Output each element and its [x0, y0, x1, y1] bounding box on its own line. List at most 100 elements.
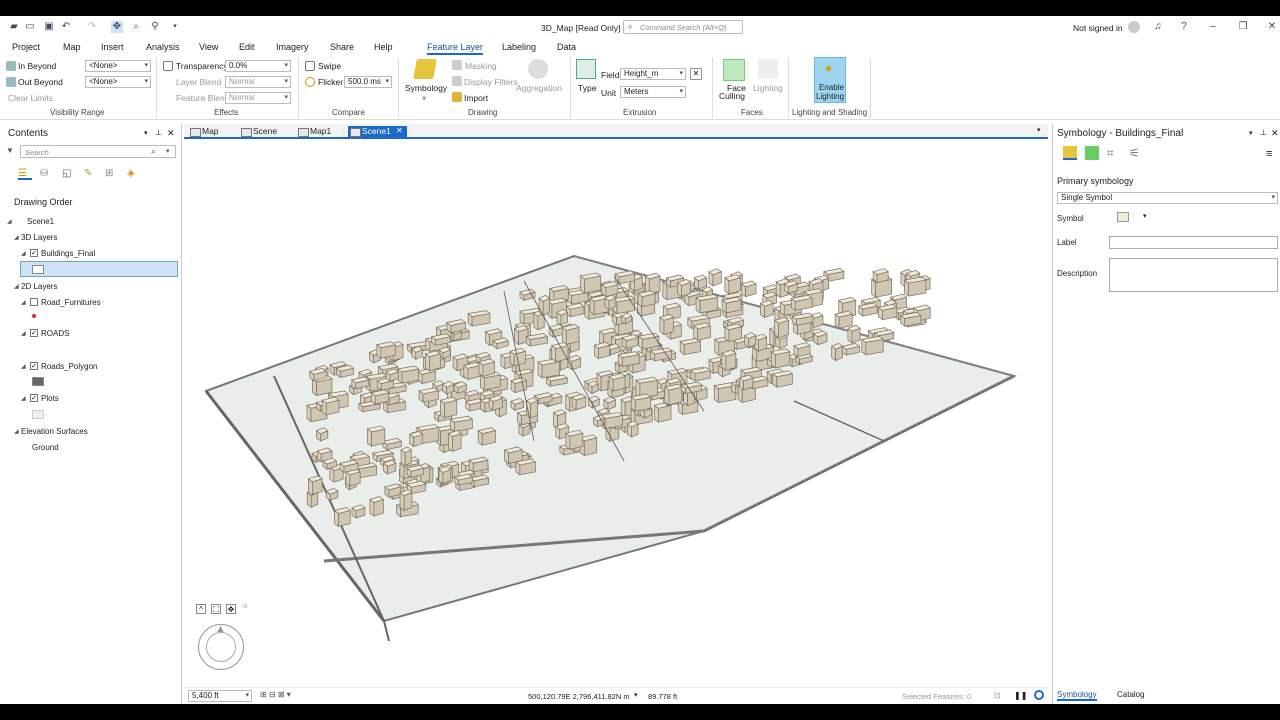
list-by-editing-icon[interactable]: ✎: [84, 168, 92, 179]
explore-tool-icon[interactable]: ✥: [111, 21, 123, 33]
tab-view[interactable]: View: [199, 42, 218, 52]
checkbox-roads-polygon[interactable]: ✓: [30, 362, 38, 370]
field-expression-icon[interactable]: ✕: [690, 68, 702, 80]
avatar[interactable]: [1128, 21, 1140, 33]
pan-icon[interactable]: ✥: [226, 604, 236, 614]
checkbox-roads[interactable]: ✓: [30, 329, 38, 337]
masking-button[interactable]: Masking: [465, 61, 497, 71]
close-tab-icon[interactable]: ✕: [396, 126, 403, 135]
feature-blend-dropdown[interactable]: Normal: [225, 92, 291, 104]
tab-share[interactable]: Share: [330, 42, 354, 52]
tab-insert[interactable]: Insert: [101, 42, 124, 52]
list-by-snapping-icon[interactable]: ⊞: [105, 168, 113, 179]
symbol-swatch-roads-polygon[interactable]: [32, 377, 44, 386]
symbol-swatch[interactable]: [1117, 212, 1129, 222]
contents-search-input[interactable]: Search ⌕ ▾: [20, 145, 176, 158]
tab-list-icon[interactable]: ▾: [1037, 126, 1041, 134]
layer-roads-polygon[interactable]: Roads_Polygon: [41, 362, 97, 371]
nav-options-icon[interactable]: ⁘: [242, 602, 249, 611]
pin-icon[interactable]: ⊥: [1260, 128, 1267, 137]
pin-icon[interactable]: ⊥: [155, 128, 162, 137]
primary-symbology-dropdown[interactable]: Single Symbol: [1057, 192, 1278, 204]
nav-expand-icon[interactable]: ^: [196, 604, 206, 614]
3d-city-scene[interactable]: [184, 141, 1048, 687]
tab-labeling[interactable]: Labeling: [502, 42, 536, 52]
full-extent-icon[interactable]: ⛶: [211, 604, 221, 614]
point-symbol-swatch[interactable]: [32, 314, 36, 318]
out-beyond-dropdown[interactable]: <None>: [85, 76, 151, 88]
close-pane-icon[interactable]: ✕: [167, 128, 175, 139]
lighting-button[interactable]: Lighting: [753, 83, 783, 93]
pane-options-icon[interactable]: ▾: [1249, 129, 1253, 137]
sign-in-status[interactable]: Not signed in: [1073, 23, 1123, 33]
in-beyond-dropdown[interactable]: <None>: [85, 60, 151, 72]
checkbox-buildings[interactable]: ✓: [30, 249, 38, 257]
transparency-input[interactable]: 0.0%: [225, 60, 291, 72]
tree-2d-layers[interactable]: 2D Layers: [21, 282, 57, 291]
undo-icon[interactable]: ↶: [60, 21, 72, 33]
list-by-labeling-icon[interactable]: ◈: [127, 168, 135, 179]
search-options-icon[interactable]: ▾: [166, 147, 170, 155]
primary-symbology-tab-icon[interactable]: [1063, 146, 1077, 160]
scale-dropdown[interactable]: 5,400 ft: [188, 690, 252, 702]
extrusion-type-button[interactable]: Type: [578, 83, 596, 93]
list-by-drawing-order-icon[interactable]: ☰: [18, 168, 32, 180]
unit-dropdown[interactable]: Meters: [620, 86, 686, 98]
bell-icon[interactable]: ♫: [1152, 21, 1164, 33]
open-icon[interactable]: ▭: [24, 21, 36, 33]
flicker-button[interactable]: Flicker: [318, 77, 343, 87]
tree-3d-layers[interactable]: 3D Layers: [21, 233, 57, 242]
tree-scene[interactable]: Scene1: [27, 217, 54, 226]
zoom-icon[interactable]: ⌕: [130, 21, 142, 33]
tab-feature-layer[interactable]: Feature Layer: [427, 42, 484, 55]
layer-roads[interactable]: ROADS: [41, 329, 69, 338]
tab-map[interactable]: Map: [63, 42, 81, 52]
locate-icon[interactable]: ⚲: [149, 21, 161, 33]
field-dropdown[interactable]: Height_m: [620, 68, 686, 80]
aggregation-button[interactable]: Aggregation: [516, 83, 562, 93]
import-button[interactable]: Import: [464, 93, 488, 103]
checkbox-road-furnitures[interactable]: [30, 298, 38, 306]
symbol-swatch-plots[interactable]: [32, 410, 44, 419]
scale-tools-icon[interactable]: ⊞ ⊟ ⊠ ▾: [260, 690, 291, 699]
tab-project[interactable]: Project: [12, 42, 40, 52]
symbology-button[interactable]: Symbology: [405, 83, 447, 93]
list-by-selection-icon[interactable]: ◱: [62, 168, 71, 179]
flicker-input[interactable]: 500.0 ms: [344, 76, 392, 88]
face-culling-button[interactable]: Culling: [719, 91, 745, 101]
view-tab-map1[interactable]: Map1: [296, 126, 331, 138]
navigator-compass[interactable]: ▲: [198, 623, 244, 670]
save-icon[interactable]: ▣: [43, 21, 55, 33]
view-tab-scene[interactable]: Scene: [239, 126, 277, 138]
menu-icon[interactable]: ≡: [1266, 148, 1272, 160]
tab-imagery[interactable]: Imagery: [276, 42, 309, 52]
selected-features-count[interactable]: Selected Features: 0: [902, 692, 971, 701]
tree-elevation-surfaces[interactable]: Elevation Surfaces: [21, 427, 88, 436]
redo-icon[interactable]: ↷: [86, 21, 98, 33]
pane-options-icon[interactable]: ▾: [144, 129, 148, 137]
layer-road-furnitures[interactable]: Road_Furnitures: [41, 298, 101, 307]
coord-format-icon[interactable]: ▾: [634, 691, 638, 699]
list-by-source-icon[interactable]: ⛁: [40, 168, 48, 179]
pane-tab-symbology[interactable]: Symbology: [1057, 690, 1097, 701]
display-filters-button[interactable]: Display Filters: [464, 77, 517, 87]
checkbox-plots[interactable]: ✓: [30, 394, 38, 402]
minimize-icon[interactable]: –: [1207, 21, 1219, 33]
advanced-symbology-icon[interactable]: ⚟: [1129, 146, 1140, 160]
vary-symbology-tab-icon[interactable]: [1085, 146, 1099, 160]
symbol-layer-drawing-icon[interactable]: ⌗: [1107, 146, 1114, 161]
layer-plots[interactable]: Plots: [41, 394, 59, 403]
command-search-input[interactable]: ⌕ Command Search (Alt+Q): [623, 20, 743, 34]
pause-icon[interactable]: ❚❚: [1014, 691, 1027, 700]
clear-limits-button[interactable]: Clear Limits: [8, 93, 53, 103]
tab-help[interactable]: Help: [374, 42, 393, 52]
symbology-dropdown-icon[interactable]: ▾: [422, 93, 426, 104]
customize-icon[interactable]: ▾: [169, 21, 181, 33]
layer-ground[interactable]: Ground: [32, 443, 59, 452]
restore-icon[interactable]: ❐: [1237, 21, 1249, 33]
pane-tab-catalog[interactable]: Catalog: [1117, 690, 1145, 699]
symbol-swatch-buildings[interactable]: [32, 265, 44, 274]
filter-icon[interactable]: ▼: [6, 146, 14, 155]
tab-analysis[interactable]: Analysis: [146, 42, 180, 52]
close-icon[interactable]: ✕: [1266, 21, 1278, 33]
